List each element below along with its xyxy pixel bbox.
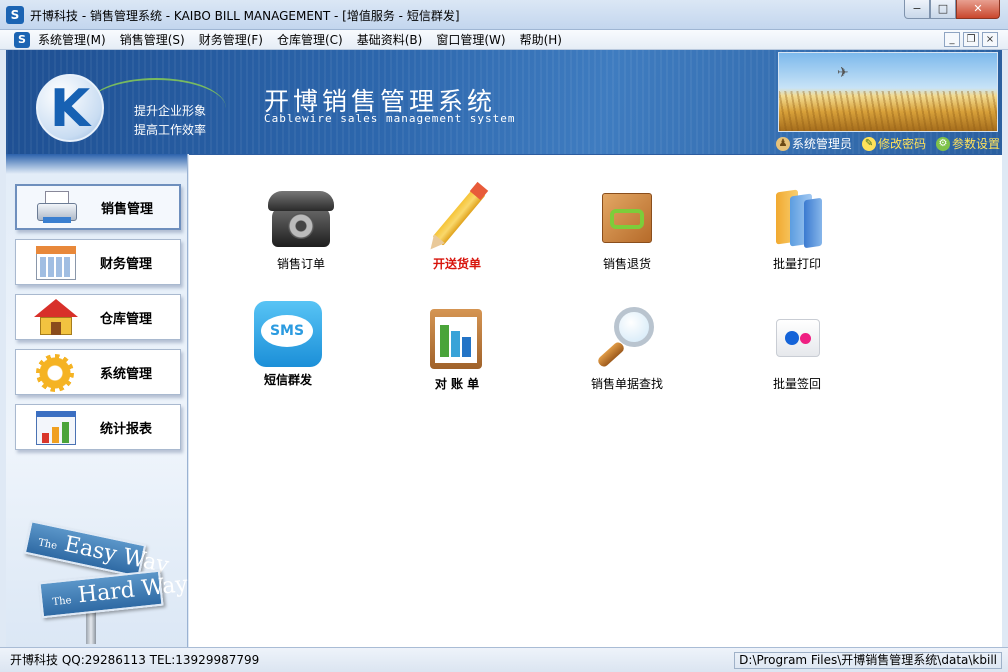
house-icon	[34, 299, 78, 335]
sales-order-label: 销售订单	[276, 257, 325, 271]
sign-prefix: The	[37, 537, 59, 552]
sales-document-search-button[interactable]: 销售单据查找	[557, 305, 697, 392]
change-password-label: 修改密码	[878, 137, 927, 151]
user-links: ♟ 系统管理员 ✎ 修改密码 ⚙ 参数设置	[776, 135, 1002, 152]
company-contact-status: 开博科技 QQ:29286113 TEL:13929987799	[10, 653, 260, 667]
main-workspace: 销售订单 开送货单 销售退货 批量打印 SMS 短信群发 对 账 单 销售单据查…	[189, 154, 1002, 647]
sidebar-item-label: 统计报表	[100, 421, 153, 437]
slogan-line-2: 提高工作效率	[134, 123, 207, 137]
sales-document-search-label: 销售单据查找	[590, 377, 663, 391]
sidebar-item-sales[interactable]: 销售管理	[15, 184, 181, 230]
menu-warehouse[interactable]: 仓库管理(C)	[277, 32, 343, 48]
app-logo-icon[interactable]: S	[6, 6, 24, 24]
batch-signback-label: 批量签回	[772, 377, 821, 391]
menu-finance[interactable]: 财务管理(F)	[199, 32, 263, 48]
street-sign-illustration: The Easy Way The Hard Way	[23, 520, 189, 647]
return-box-icon	[592, 185, 662, 253]
sign-prefix: The	[52, 595, 73, 609]
sms-broadcast-label: 短信群发	[263, 373, 312, 387]
settings-label: 参数设置	[952, 137, 1001, 151]
mdi-minimize-button[interactable]: _	[944, 32, 960, 47]
wheat-texture	[779, 91, 997, 131]
calendar-icon	[34, 244, 78, 280]
logo-letter: K	[49, 79, 91, 139]
sales-return-label: 销售退货	[602, 257, 651, 271]
sidebar: 销售管理 财务管理 仓库管理 系统管理 统计报表 The Easy Way Th…	[6, 154, 189, 647]
sidebar-item-label: 系统管理	[100, 366, 153, 382]
pencil-icon: ✎	[862, 136, 877, 151]
bird-icon: ✈	[837, 65, 849, 81]
menu-basic-data[interactable]: 基础资料(B)	[357, 32, 423, 48]
mdi-restore-button[interactable]: ❐	[963, 32, 979, 47]
mdi-controls: _ ❐ ×	[941, 32, 998, 47]
sidebar-item-label: 财务管理	[100, 256, 153, 272]
bar-chart-icon	[34, 409, 78, 445]
printer-icon	[35, 189, 79, 225]
menu-system[interactable]: 系统管理(M)	[38, 32, 106, 48]
window-controls: − □ ✕	[904, 0, 1000, 20]
sidebar-item-finance[interactable]: 财务管理	[15, 239, 181, 285]
menu-sales[interactable]: 销售管理(S)	[120, 32, 185, 48]
menu-help[interactable]: 帮助(H)	[520, 32, 562, 48]
statement-button[interactable]: 对 账 单	[387, 305, 527, 392]
batch-signback-button[interactable]: 批量签回	[727, 305, 867, 392]
sms-icon-text: SMS	[261, 315, 313, 347]
clipboard-chart-icon	[422, 305, 492, 373]
sales-return-button[interactable]: 销售退货	[557, 185, 697, 272]
sms-broadcast-button[interactable]: SMS 短信群发	[218, 301, 358, 388]
slogan-line-1: 提升企业形象	[134, 104, 207, 118]
hard-way-sign: The Hard Way	[38, 569, 189, 619]
sidebar-item-label: 销售管理	[101, 201, 154, 217]
current-user-label: 系统管理员	[792, 137, 853, 151]
statement-label: 对 账 单	[434, 377, 480, 391]
header-banner: K 提升企业形象 提高工作效率 开博销售管理系统 Cablewire sales…	[6, 50, 1002, 154]
title-bar: S 开博科技 - 销售管理系统 - KAIBO BILL MANAGEMENT …	[0, 0, 1008, 30]
close-button[interactable]: ✕	[956, 0, 1000, 19]
menu-items: 系统管理(M) 销售管理(S) 财务管理(F) 仓库管理(C) 基础资料(B) …	[38, 32, 576, 48]
flickr-dots-icon	[762, 305, 832, 373]
sidebar-item-system[interactable]: 系统管理	[15, 349, 181, 395]
company-logo: K	[36, 74, 104, 142]
current-user-link[interactable]: ♟ 系统管理员	[776, 135, 852, 152]
magnifier-icon	[592, 305, 662, 373]
change-password-link[interactable]: ✎ 修改密码	[862, 135, 926, 152]
sidebar-item-warehouse[interactable]: 仓库管理	[15, 294, 181, 340]
settings-link[interactable]: ⚙ 参数设置	[936, 135, 1000, 152]
status-bar: 开博科技 QQ:29286113 TEL:13929987799 D:\Prog…	[0, 647, 1008, 672]
maximize-button[interactable]: □	[930, 0, 956, 19]
delivery-note-label: 开送货单	[432, 257, 481, 271]
window-title: 开博科技 - 销售管理系统 - KAIBO BILL MANAGEMENT - …	[30, 9, 460, 23]
menu-bar: S 系统管理(M) 销售管理(S) 财务管理(F) 仓库管理(C) 基础资料(B…	[0, 30, 1008, 50]
easy-way-sign: The Easy Way	[23, 520, 171, 578]
menu-window[interactable]: 窗口管理(W)	[436, 32, 505, 48]
minimize-button[interactable]: −	[904, 0, 930, 19]
data-path-status: D:\Program Files\开博销售管理系统\data\kbill	[734, 652, 1002, 669]
user-icon: ♟	[776, 136, 790, 151]
wheat-field-image: ✈	[778, 52, 998, 132]
batch-print-label: 批量打印	[772, 257, 821, 271]
sign-text: Hard Way	[76, 571, 189, 609]
sms-icon: SMS	[253, 301, 323, 369]
sidebar-item-label: 仓库管理	[100, 311, 153, 327]
telephone-icon	[266, 185, 336, 253]
settings-icon: ⚙	[936, 136, 951, 151]
gear-icon	[34, 354, 78, 392]
mdi-close-button[interactable]: ×	[982, 32, 998, 47]
delivery-note-button[interactable]: 开送货单	[387, 181, 527, 272]
pencil-icon	[422, 181, 492, 254]
sales-order-button[interactable]: 销售订单	[231, 185, 371, 272]
system-subtitle: Cablewire sales management system	[264, 112, 516, 125]
folders-icon	[762, 185, 832, 253]
mdi-child-icon[interactable]: S	[14, 32, 30, 48]
sidebar-item-reports[interactable]: 统计报表	[15, 404, 181, 450]
batch-print-button[interactable]: 批量打印	[727, 185, 867, 272]
